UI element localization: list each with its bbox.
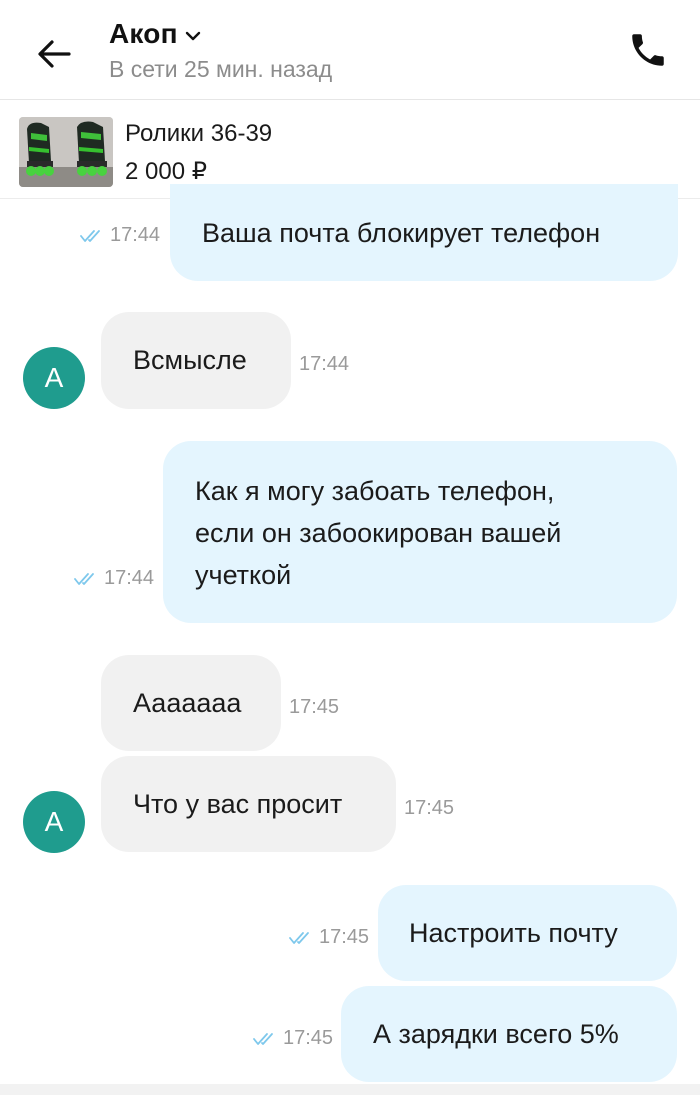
message-time: 17:44 <box>299 353 350 375</box>
message-time: 17:45 <box>319 926 370 948</box>
message-text: А зарядки всего 5% <box>373 1019 619 1049</box>
message-time: 17:44 <box>104 567 155 589</box>
message-text-line: учеткой <box>195 560 292 590</box>
message-bubble[interactable]: Всмысле <box>101 312 291 409</box>
avatar[interactable]: А <box>23 347 85 409</box>
message-text: Всмысле <box>133 345 247 375</box>
message-bubble[interactable]: Как я могу забоать телефон, если он забо… <box>163 441 677 623</box>
message-time: 17:45 <box>404 797 455 819</box>
input-bar-edge <box>0 1084 700 1095</box>
message-text-line: если он забоокирован вашей <box>195 518 562 548</box>
message-time: 17:45 <box>283 1027 334 1049</box>
message-bubble[interactable]: Настроить почту <box>378 885 677 981</box>
contact-info[interactable]: Акоп В сети 25 мин. назад <box>109 18 332 83</box>
message-meta: 17:45 <box>253 1027 333 1050</box>
message-bubble[interactable]: Ааааааа <box>101 655 281 751</box>
message-meta: 17:45 <box>289 696 339 719</box>
message-text: Настроить почту <box>409 918 618 948</box>
message-meta: 17:45 <box>404 797 454 820</box>
message-text: Ваша почта блокирует телефон <box>202 218 601 248</box>
message-meta: 17:44 <box>299 353 349 376</box>
message-time: 17:45 <box>289 696 340 718</box>
chevron-down-icon <box>184 27 202 45</box>
double-check-icon <box>80 229 106 243</box>
back-arrow-icon <box>38 40 71 68</box>
message-meta: 17:45 <box>289 926 369 949</box>
contact-name: Акоп <box>109 18 178 49</box>
message-meta: 17:44 <box>74 567 154 590</box>
double-check-icon <box>289 931 315 945</box>
double-check-icon <box>74 572 100 586</box>
product-title: Ролики 36-39 <box>125 120 273 147</box>
avatar[interactable]: А <box>23 791 85 853</box>
call-button[interactable] <box>624 26 672 74</box>
online-status: В сети 25 мин. назад <box>109 56 333 82</box>
message-text-line: Как я могу забоать телефон, <box>195 476 555 506</box>
product-image <box>19 117 113 187</box>
message-bubble[interactable]: А зарядки всего 5% <box>341 986 677 1082</box>
message-text: Что у вас просит <box>133 789 343 819</box>
message-time: 17:44 <box>110 224 161 246</box>
avatar-initial: А <box>44 362 64 393</box>
double-check-icon <box>253 1032 279 1046</box>
message-bubble[interactable]: Что у вас просит <box>101 756 396 852</box>
message-meta: 17:44 <box>80 224 160 247</box>
product-price: 2 000 ₽ <box>125 158 207 185</box>
back-button[interactable] <box>30 32 78 76</box>
chat-header: Акоп В сети 25 мин. назад <box>0 0 700 100</box>
message-text: Ааааааа <box>133 688 242 718</box>
avatar-initial: А <box>44 806 64 837</box>
phone-icon <box>632 34 664 66</box>
message-bubble[interactable]: Ваша почта блокирует телефон <box>170 184 678 281</box>
